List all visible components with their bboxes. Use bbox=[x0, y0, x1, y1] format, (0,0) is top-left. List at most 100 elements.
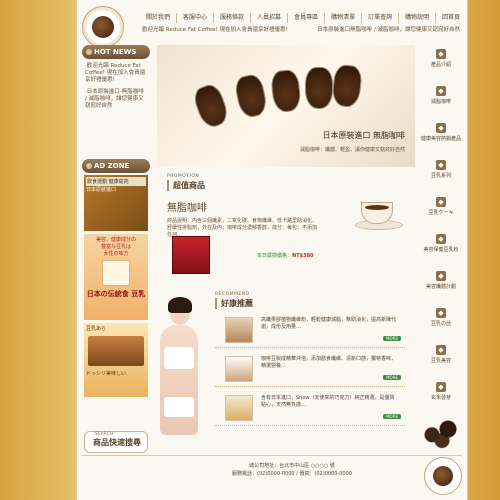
more-button[interactable]: MORE bbox=[383, 336, 401, 341]
more-button[interactable]: MORE bbox=[383, 375, 401, 380]
ad-banner-2[interactable]: 美容、健康成分の 豐富な豆乳は 女性の味方 日本の伝統食 豆乳 bbox=[84, 234, 148, 320]
coffee-scoop-icon bbox=[269, 68, 303, 114]
coffee-scoop-icon bbox=[190, 81, 232, 131]
recommend-item[interactable]: 咖啡豆製成精華沖泡，添加膳食纖維、清新口感，獨特香味，精選營養… MORE bbox=[215, 354, 405, 387]
recommend-title: 好康推薦 bbox=[215, 298, 405, 309]
right-nav-item[interactable]: ◆ 產品介紹 bbox=[418, 49, 464, 81]
recommend-thumb[interactable] bbox=[225, 356, 253, 382]
hero-caption: 日本原裝進口 無脂咖啡 bbox=[322, 131, 405, 140]
search-label-big: 商品快速搜尋 bbox=[93, 438, 141, 447]
top-nav: 關於我們 客服中心 服務條款 人員招募 會員專區 購物清單 訂單查詢 購物說明 … bbox=[140, 13, 466, 23]
right-nav-item[interactable]: ◆ 豆乳系列 bbox=[418, 160, 464, 192]
right-nav-label: 健康美容熱銷產品 bbox=[420, 136, 461, 142]
recommend-text: 含有日本進口，Snow（天使來的巧克力）純正精選，是優質點心，天然無負擔… bbox=[261, 395, 395, 408]
nav-orders[interactable]: 訂單查詢 bbox=[362, 13, 400, 23]
price-value: NT$380 bbox=[292, 253, 314, 259]
coffee-icon: ◆ bbox=[436, 86, 446, 96]
powder-icon: ◆ bbox=[436, 234, 446, 244]
hero-subcaption: 減脂咖啡：纖體、輕盈、讓你健康又窈窕好自然 bbox=[299, 147, 405, 153]
nav-terms[interactable]: 服務條款 bbox=[214, 13, 252, 23]
right-nav-item[interactable]: ◆ 豆乳の話 bbox=[418, 308, 464, 340]
leaf-icon: ◆ bbox=[436, 345, 446, 355]
promo-title: 超值商品 bbox=[167, 180, 405, 191]
news-item[interactable]: ‧日本原裝進口-無脂咖啡 / 減脂咖啡，讓您健康又窈窕好自然 bbox=[85, 89, 147, 110]
recommend-text: 咖啡豆製成精華沖泡，添加膳食纖維、清新口感，獨特香味，精選營養… bbox=[261, 356, 397, 369]
right-nav-item[interactable]: ◆ 美容纖體計劃 bbox=[418, 271, 464, 303]
coffee-beans-image bbox=[420, 412, 460, 450]
ticker-bar: 歡迎光臨 Reduce Fat Coffee! 現在加入會員還享好禮優惠! 日本… bbox=[136, 25, 466, 35]
cake-icon: ◆ bbox=[436, 197, 446, 207]
recommend-section: RECOMMEND 好康推薦 高纖果膠植物纖維粉，輕鬆健康減脂，幫助消化，提高新… bbox=[215, 292, 405, 426]
right-nav-label: 減脂咖啡 bbox=[430, 99, 451, 105]
nav-member[interactable]: 會員專區 bbox=[288, 13, 326, 23]
right-nav-item[interactable]: ◆ 健康美容熱銷產品 bbox=[418, 123, 464, 155]
ad3-line2: ドッシリ美味しい bbox=[86, 371, 127, 377]
right-nav-item[interactable]: ◆ 減脂咖啡 bbox=[418, 86, 464, 118]
ad2-big: 日本の伝統食 豆乳 bbox=[86, 290, 146, 298]
ad2-line1: 美容、健康成分の bbox=[95, 237, 136, 243]
product-package-image bbox=[88, 336, 144, 366]
right-nav-item[interactable]: ◆ 豆乳美容 bbox=[418, 345, 464, 377]
footer: 總公司地址：台北市中山區 ○○○○ 號 服務電話：(02)0000-0000 /… bbox=[157, 462, 427, 488]
recommend-thumb[interactable] bbox=[225, 395, 253, 421]
coffee-scoop-icon bbox=[305, 67, 333, 109]
right-nav-item[interactable]: ◆ 美容保健豆乳粉 bbox=[418, 234, 464, 266]
quick-search-button[interactable]: SEARCH 商品快速搜尋 bbox=[84, 431, 148, 453]
footer-divider bbox=[82, 455, 462, 456]
plan-icon: ◆ bbox=[436, 271, 446, 281]
right-nav-item[interactable]: ◆ 玄米發芽 bbox=[418, 382, 464, 414]
hot-news-title: HOT NEWS bbox=[82, 45, 150, 59]
product-image[interactable] bbox=[172, 236, 210, 274]
soymilk-icon: ◆ bbox=[436, 160, 446, 170]
right-nav-label: 豆乳ケーキ bbox=[428, 210, 454, 216]
model-photo bbox=[152, 297, 208, 447]
nav-service[interactable]: 客服中心 bbox=[177, 13, 215, 23]
right-nav-label: 豆乳系列 bbox=[430, 173, 451, 179]
nav-about[interactable]: 關於我們 bbox=[140, 13, 178, 23]
ad-banner-1[interactable]: 飲食運動 健康窈窕 日本原裝進口 bbox=[84, 175, 148, 231]
more-button[interactable]: MORE bbox=[383, 414, 401, 419]
ticker-left: 歡迎光臨 Reduce Fat Coffee! 現在加入會員還享好禮優惠! bbox=[142, 27, 288, 33]
coffee-cup-icon bbox=[92, 16, 114, 38]
footer-logo[interactable] bbox=[424, 457, 462, 495]
ad2-line2: 豐富な豆乳は bbox=[100, 244, 131, 250]
right-nav: ◆ 產品介紹 ◆ 減脂咖啡 ◆ 健康美容熱銷產品 ◆ 豆乳系列 ◆ 豆乳ケーキ ◆ 美容保健… bbox=[418, 45, 464, 419]
brand-logo[interactable] bbox=[82, 6, 124, 48]
nav-help[interactable]: 購物說明 bbox=[399, 13, 437, 23]
book-icon: ◆ bbox=[436, 308, 446, 318]
coffee-scoop-icon bbox=[330, 63, 364, 109]
ad2-line3: 女性の味方 bbox=[103, 251, 129, 257]
news-item[interactable]: ‧歡迎光臨 Reduce Fat Coffee! 現在加入會員還享好禮優惠! bbox=[85, 63, 147, 84]
coffee-cup-icon bbox=[433, 466, 453, 486]
recommend-text: 高纖果膠植物纖維粉，輕鬆健康減脂，幫助消化，提高新陳代謝，成份及用量… bbox=[261, 317, 397, 330]
price-line: 本日震撼價格：NT$380 bbox=[257, 252, 314, 259]
promo-tag: PROMOTION bbox=[167, 174, 200, 179]
ad-list: 飲食運動 健康窈窕 日本原裝進口 美容、健康成分の 豐富な豆乳は 女性の味方 日… bbox=[84, 175, 148, 397]
promotion-section: PROMOTION 超值商品 無脂咖啡 商品說明：內含三個纖素，二氧化碳、食物纖… bbox=[167, 174, 405, 286]
coffee-scoop-icon bbox=[232, 72, 270, 120]
left-sidebar: HOT NEWS ‧歡迎光臨 Reduce Fat Coffee! 現在加入會員… bbox=[82, 45, 150, 397]
hero-banner[interactable]: 日本原裝進口 無脂咖啡 減脂咖啡：纖體、輕盈、讓你健康又窈窕好自然 bbox=[157, 45, 415, 167]
right-nav-label: 玄米發芽 bbox=[430, 395, 451, 401]
right-nav-label: 美容保健豆乳粉 bbox=[423, 247, 459, 253]
hot-news-list: ‧歡迎光臨 Reduce Fat Coffee! 現在加入會員還享好禮優惠! ‧… bbox=[82, 59, 150, 159]
ad-zone-title: AD ZONE bbox=[82, 159, 150, 173]
ad1-body: 日本原裝進口 bbox=[86, 187, 117, 193]
footer-line1: 總公司地址：台北市中山區 ○○○○ 號 bbox=[249, 463, 335, 469]
nav-cart[interactable]: 購物清單 bbox=[325, 13, 363, 23]
right-nav-label: 豆乳美容 bbox=[430, 358, 451, 364]
recommend-item[interactable]: 高纖果膠植物纖維粉，輕鬆健康減脂，幫助消化，提高新陳代謝，成份及用量… MORE bbox=[215, 315, 405, 348]
milk-glass-icon bbox=[102, 260, 130, 286]
ad3-line1: 豆乳あら bbox=[86, 326, 107, 332]
beauty-icon: ◆ bbox=[436, 123, 446, 133]
nav-jobs[interactable]: 人員招募 bbox=[251, 13, 289, 23]
ad-banner-3[interactable]: 豆乳あら ドッシリ美味しい bbox=[84, 323, 148, 397]
right-nav-item[interactable]: ◆ 豆乳ケーキ bbox=[418, 197, 464, 229]
price-label: 本日震撼價格： bbox=[257, 253, 293, 259]
right-nav-label: 美容纖體計劃 bbox=[425, 284, 456, 290]
recommend-thumb[interactable] bbox=[225, 317, 253, 343]
right-nav-label: 產品介紹 bbox=[430, 62, 451, 68]
footer-line2: 服務電話：(02)0000-0000 / 傳真：(02)0000-0000 bbox=[232, 471, 352, 477]
nav-home[interactable]: 回首頁 bbox=[436, 13, 466, 23]
recommend-item[interactable]: 含有日本進口，Snow（天使來的巧克力）純正精選，是優質點心，天然無負擔… MO… bbox=[215, 393, 405, 426]
